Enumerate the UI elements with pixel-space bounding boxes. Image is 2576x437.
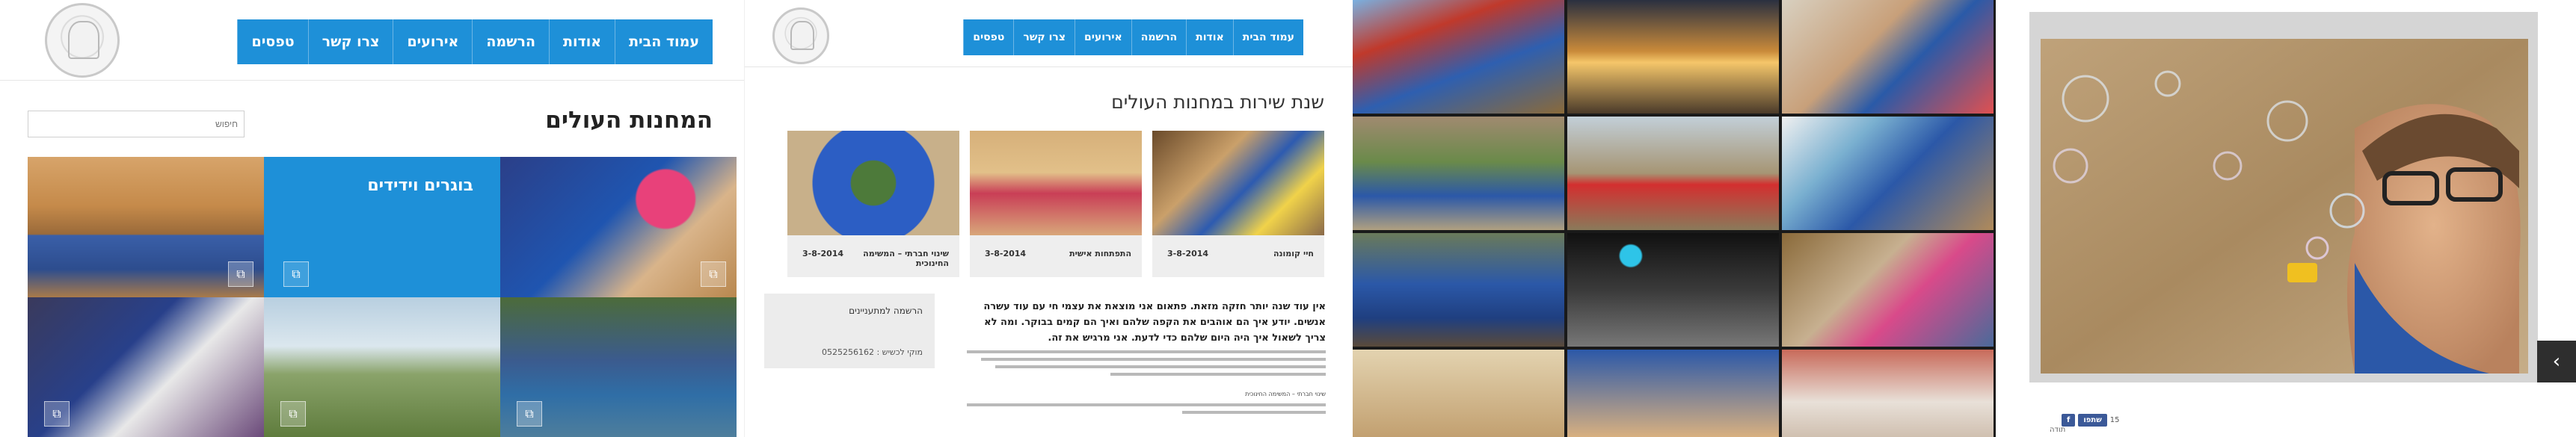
gallery-photo[interactable] [1567, 117, 1779, 230]
card-date: 3-8-2014 [1167, 249, 1209, 258]
article-card[interactable]: התפתחות אישית 3-8-2014 [970, 131, 1142, 277]
main-nav: עמוד הבית אודות הרשמה אירועים צרו קשר טפ… [237, 19, 713, 64]
photo-lightbox: ‹ f שתפו 15 תודה [1996, 0, 2576, 437]
gallery-photo[interactable] [1353, 233, 1564, 347]
camera-icon: ⧉ [517, 401, 542, 427]
link-icon: ⧉ [283, 261, 309, 287]
photo-gallery-grid [1353, 0, 1996, 437]
screenshot-strip: עמוד הבית אודות הרשמה אירועים צרו קשר טפ… [0, 0, 2576, 437]
tile-alumni[interactable]: בוגרים וידידים ⧉ [264, 157, 500, 297]
gallery-photo[interactable] [1353, 0, 1564, 114]
article-card[interactable]: חיי קומונה 3-8-2014 [1152, 131, 1324, 277]
article-lead: אין עוד שנה יותר חזקה מזאת. פתאום אני מו… [983, 301, 1326, 344]
movement-logo[interactable] [772, 7, 829, 64]
photo-caption: תודה [2050, 426, 2066, 434]
next-arrow-icon[interactable]: ‹ [2537, 341, 2576, 382]
nav-events[interactable]: אירועים [393, 19, 472, 64]
gallery-photo[interactable] [1567, 0, 1779, 114]
article-body: אין עוד שנה יותר חזקה מזאת. פתאום אני מו… [967, 299, 1326, 418]
gallery-photo[interactable] [1782, 350, 1994, 437]
gallery-photo[interactable] [1782, 233, 1994, 347]
card-image [970, 131, 1142, 235]
gallery-photo[interactable] [1353, 350, 1564, 437]
main-nav: עמוד הבית אודות הרשמה אירועים צרו קשר טפ… [963, 19, 1303, 55]
site-header: עמוד הבית אודות הרשמה אירועים צרו קשר טפ… [0, 0, 744, 81]
tile-balloons[interactable]: ⧉ [500, 157, 737, 297]
gallery-photo[interactable] [1782, 117, 1994, 230]
tile-alumni-title: בוגרים וידידים [367, 176, 473, 195]
card-title: חיי קומונה [1273, 249, 1314, 258]
site-header: עמוד הבית אודות הרשמה אירועים צרו קשר טפ… [745, 0, 1353, 67]
interest-signup-box[interactable]: הרשמה למתעניינים מוקי לכשיש : 0525256162 [764, 294, 935, 368]
search-input[interactable] [28, 111, 245, 137]
nav-forms[interactable]: טפסים [237, 19, 307, 64]
nav-about[interactable]: אודות [549, 19, 615, 64]
facebook-like-button[interactable]: f [2062, 414, 2076, 427]
gallery-photo[interactable] [1782, 0, 1994, 114]
nav-register[interactable]: הרשמה [1131, 19, 1186, 55]
article-paragraph [967, 350, 1326, 376]
gallery-photo[interactable] [1567, 350, 1779, 437]
card-image [1152, 131, 1324, 235]
bubbles-photo [2041, 39, 2528, 374]
nav-home[interactable]: עמוד הבית [615, 19, 713, 64]
gallery-photo[interactable] [1353, 117, 1564, 230]
article-card[interactable]: שינוי חברתי – המשימה החינוכית 3-8-2014 [787, 131, 959, 277]
nav-register[interactable]: הרשמה [472, 19, 549, 64]
article-paragraph [967, 403, 1326, 414]
share-count: 15 [2109, 416, 2120, 424]
camera-icon: ⧉ [701, 261, 726, 287]
card-date: 3-8-2014 [985, 249, 1027, 258]
nav-home[interactable]: עמוד הבית [1232, 19, 1303, 55]
facebook-share-button[interactable]: שתפו [2078, 414, 2107, 427]
page-movement-home: עמוד הבית אודות הרשמה אירועים צרו קשר טפ… [0, 0, 744, 437]
signup-title: הרשמה למתעניינים [849, 306, 923, 316]
card-image [787, 131, 959, 235]
nav-contact[interactable]: צרו קשר [1013, 19, 1075, 55]
tile-desert-group[interactable]: ⧉ [28, 157, 264, 297]
nav-contact[interactable]: צרו קשר [307, 19, 393, 64]
page-title: שנת שירות במחנות העולים [1111, 91, 1324, 113]
movement-logo[interactable] [45, 3, 120, 78]
page-service-year: עמוד הבית אודות הרשמה אירועים צרו קשר טפ… [744, 0, 1353, 437]
card-date: 3-8-2014 [802, 249, 844, 258]
page-title: המחנות העולים [545, 107, 713, 134]
camera-icon: ⧉ [228, 261, 253, 287]
tile-jump[interactable]: ⧉ [264, 297, 500, 437]
share-bar: f שתפו 15 [2062, 414, 2120, 427]
nav-about[interactable]: אודות [1186, 19, 1233, 55]
card-title: התפתחות אישית [1069, 249, 1131, 258]
tile-megaphone[interactable]: ⧉ [28, 297, 264, 437]
camera-icon: ⧉ [44, 401, 70, 427]
lightbox-photo[interactable] [2041, 39, 2528, 374]
nav-forms[interactable]: טפסים [963, 19, 1013, 55]
tile-river[interactable]: ⧉ [500, 297, 737, 437]
gallery-photo[interactable] [1567, 233, 1779, 347]
card-title: שינוי חברתי – המשימה החינוכית [863, 249, 949, 268]
signup-phone: מוקי לכשיש : 0525256162 [821, 347, 923, 357]
article-subheading: שינוי חברתי – המשימה החינוכית [1245, 391, 1326, 397]
camera-icon: ⧉ [280, 401, 306, 427]
nav-events[interactable]: אירועים [1075, 19, 1131, 55]
